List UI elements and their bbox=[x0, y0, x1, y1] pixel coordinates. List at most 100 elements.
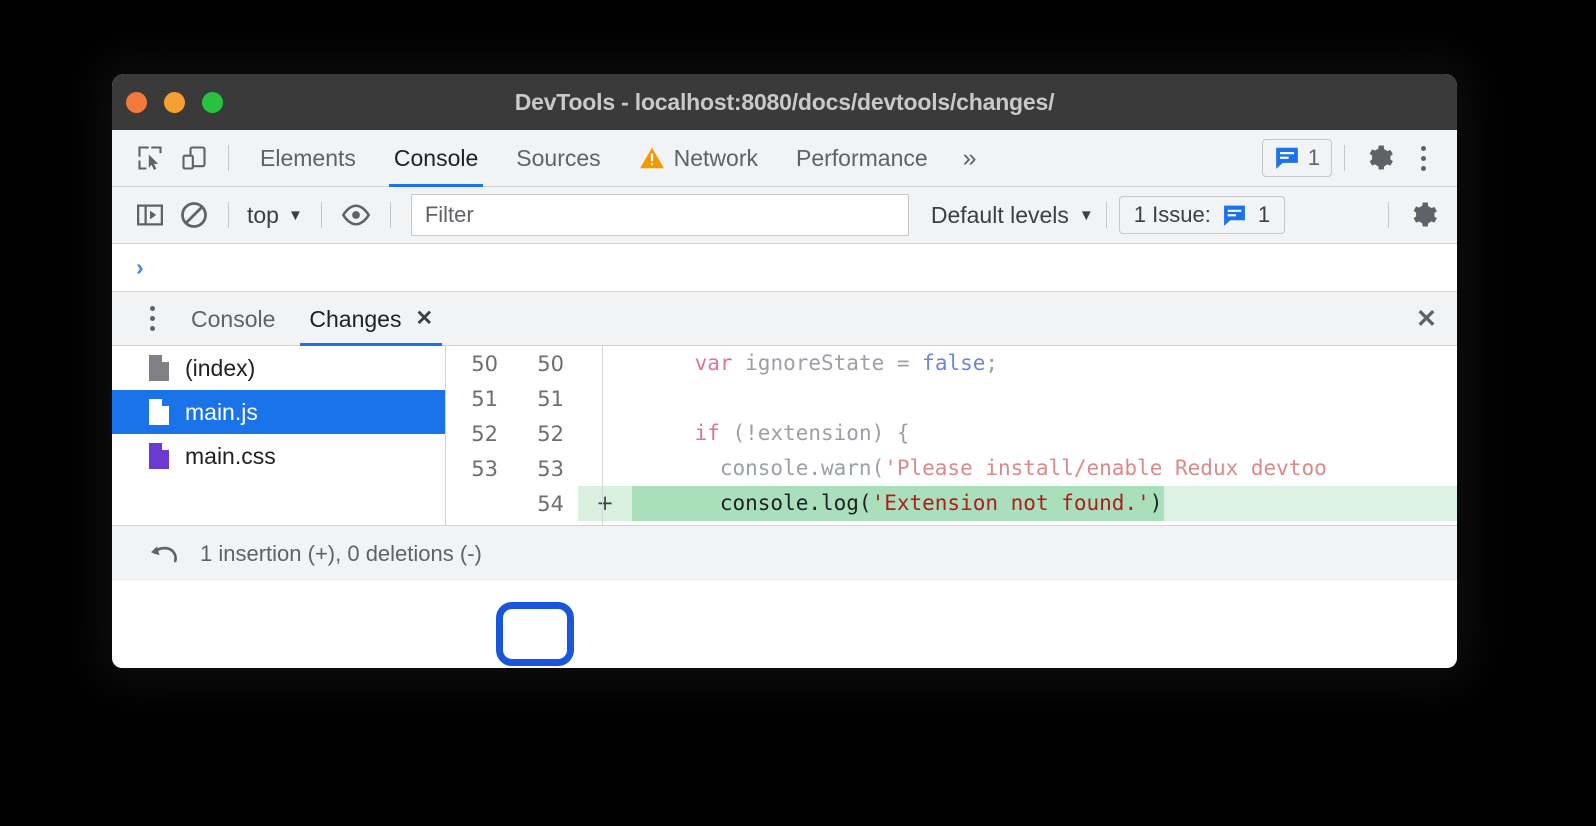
changes-file-list: (index) main.js bbox=[112, 346, 446, 525]
drawer-tab-changes-label: Changes bbox=[309, 292, 401, 346]
file-item-index[interactable]: (index) bbox=[112, 346, 445, 390]
tab-network[interactable]: Network bbox=[620, 130, 777, 187]
devtools-window: DevTools - localhost:8080/docs/devtools/… bbox=[112, 74, 1457, 668]
toolbar-divider bbox=[228, 145, 229, 171]
file-icon-main-js bbox=[148, 398, 170, 426]
tab-elements[interactable]: Elements bbox=[241, 130, 375, 187]
kebab-icon-drawer bbox=[150, 306, 155, 331]
settings-gear-icon[interactable] bbox=[1357, 136, 1401, 180]
file-name-main-css: main.css bbox=[185, 443, 276, 470]
window-traffic-lights bbox=[126, 92, 223, 113]
console-prompt-row[interactable]: › bbox=[112, 244, 1457, 292]
drawer-tabbar: Console Changes ✕ ✕ bbox=[112, 292, 1457, 346]
context-label: top bbox=[247, 202, 279, 229]
diff-line-number-new: 51 bbox=[512, 387, 564, 411]
file-icon-index bbox=[148, 354, 170, 382]
tab-performance[interactable]: Performance bbox=[777, 130, 947, 187]
diff-change-marker bbox=[578, 451, 632, 486]
diff-line-number-new: 54 bbox=[512, 492, 564, 516]
console-divider-3 bbox=[390, 202, 391, 228]
close-tab-icon[interactable]: ✕ bbox=[415, 292, 433, 346]
diff-code-line bbox=[632, 381, 1457, 416]
main-kebab-menu-button[interactable] bbox=[1401, 136, 1445, 180]
console-issues-button[interactable]: 1 Issue: 1 bbox=[1119, 196, 1285, 234]
diff-line-number-new: 53 bbox=[512, 457, 564, 481]
diff-row: 51 51 bbox=[446, 381, 1457, 416]
issues-count: 1 bbox=[1308, 145, 1320, 171]
toolbar-divider-2 bbox=[1344, 145, 1345, 171]
issues-badge-button[interactable]: 1 bbox=[1262, 139, 1332, 177]
tab-console-label: Console bbox=[394, 130, 478, 187]
close-window-button[interactable] bbox=[126, 92, 147, 113]
console-issues-count: 1 bbox=[1258, 202, 1270, 228]
diff-change-marker bbox=[578, 521, 632, 525]
file-item-main-js[interactable]: main.js bbox=[112, 390, 445, 434]
drawer-more-tools-button[interactable] bbox=[130, 297, 174, 341]
console-sidebar-icon[interactable] bbox=[128, 193, 172, 237]
diff-row: 52 52 if (!extension) { bbox=[446, 416, 1457, 451]
eye-icon[interactable] bbox=[334, 193, 378, 237]
console-divider-4 bbox=[1106, 202, 1107, 228]
close-drawer-icon[interactable]: ✕ bbox=[1416, 304, 1437, 334]
drawer-tab-console[interactable]: Console bbox=[174, 292, 292, 346]
diff-line-number-old: 52 bbox=[446, 422, 498, 446]
diff-line-number-new: 52 bbox=[512, 422, 564, 446]
tab-network-label: Network bbox=[674, 130, 758, 187]
tab-console[interactable]: Console bbox=[375, 130, 497, 187]
log-levels-selector[interactable]: Default levels ▼ bbox=[931, 202, 1094, 229]
issues-message-icon bbox=[1274, 146, 1300, 170]
tab-performance-label: Performance bbox=[796, 130, 928, 187]
diff-change-marker bbox=[578, 416, 632, 451]
diff-row: 53 53 console.warn('Please install/enable… bbox=[446, 451, 1457, 486]
changes-statusbar: 1 insertion (+), 0 deletions (-) bbox=[112, 525, 1457, 581]
minimize-window-button[interactable] bbox=[164, 92, 185, 113]
diff-change-marker bbox=[578, 381, 632, 416]
drawer-tab-changes[interactable]: Changes ✕ bbox=[292, 292, 450, 346]
filter-input[interactable]: Filter bbox=[411, 194, 909, 236]
file-name-index: (index) bbox=[185, 355, 255, 382]
console-divider-2 bbox=[321, 202, 322, 228]
file-name-main-js: main.js bbox=[185, 399, 258, 426]
kebab-icon bbox=[1421, 146, 1426, 171]
drawer-tab-console-label: Console bbox=[191, 292, 275, 346]
inspect-element-icon[interactable] bbox=[128, 136, 172, 180]
diff-line-number-new: 50 bbox=[512, 352, 564, 376]
file-item-main-css[interactable]: main.css bbox=[112, 434, 445, 478]
console-issues-label: 1 Issue: bbox=[1134, 202, 1211, 228]
chevron-down-icon: ▼ bbox=[288, 207, 303, 224]
file-icon-main-css bbox=[148, 442, 170, 470]
warning-triangle-icon bbox=[639, 146, 665, 170]
console-toolbar: top ▼ Filter Default levels ▼ 1 Issue: bbox=[112, 187, 1457, 244]
diff-code-line: console.log('Extension not found.') bbox=[632, 486, 1164, 521]
diff-code-line: console.warn('Please install/enable Redu… bbox=[632, 451, 1457, 486]
gutter-divider bbox=[602, 346, 603, 525]
changes-panel: (index) main.js bbox=[112, 346, 1457, 525]
tab-sources[interactable]: Sources bbox=[497, 130, 619, 187]
tab-elements-label: Elements bbox=[260, 130, 356, 187]
maximize-window-button[interactable] bbox=[202, 92, 223, 113]
undo-arrow-icon bbox=[148, 541, 180, 567]
console-prompt-arrow-icon: › bbox=[136, 254, 144, 281]
diff-code-line: var ignoreState = false; bbox=[632, 346, 1457, 381]
changes-summary: 1 insertion (+), 0 deletions (-) bbox=[200, 541, 482, 567]
changes-diff-view[interactable]: 5050 var ignoreState = false;51515252 if… bbox=[446, 346, 1457, 525]
screenshot-root: DevTools - localhost:8080/docs/devtools/… bbox=[0, 0, 1596, 826]
window-title: DevTools - localhost:8080/docs/devtools/… bbox=[112, 89, 1457, 116]
javascript-context-selector[interactable]: top ▼ bbox=[241, 202, 309, 229]
undo-button[interactable] bbox=[142, 534, 186, 574]
more-tabs-button[interactable]: » bbox=[947, 144, 989, 173]
diff-insert-tail bbox=[1164, 486, 1457, 521]
diff-line-number-old: 51 bbox=[446, 387, 498, 411]
diff-code-line: if (!extension) { bbox=[632, 416, 1457, 451]
devtools-main-toolbar: Elements Console Sources Network bbox=[112, 130, 1457, 187]
tab-sources-label: Sources bbox=[516, 130, 600, 187]
diff-row: 54+ console.log('Extension not found.') bbox=[446, 486, 1457, 521]
window-titlebar: DevTools - localhost:8080/docs/devtools/… bbox=[112, 74, 1457, 130]
console-toolbar-right bbox=[1376, 193, 1445, 237]
diff-line-number-old: 53 bbox=[446, 457, 498, 481]
device-toolbar-icon[interactable] bbox=[172, 136, 216, 180]
clear-console-icon[interactable] bbox=[172, 193, 216, 237]
console-settings-gear-icon[interactable] bbox=[1401, 193, 1445, 237]
chevron-down-icon-levels: ▼ bbox=[1079, 207, 1094, 224]
console-divider-5 bbox=[1388, 202, 1389, 228]
